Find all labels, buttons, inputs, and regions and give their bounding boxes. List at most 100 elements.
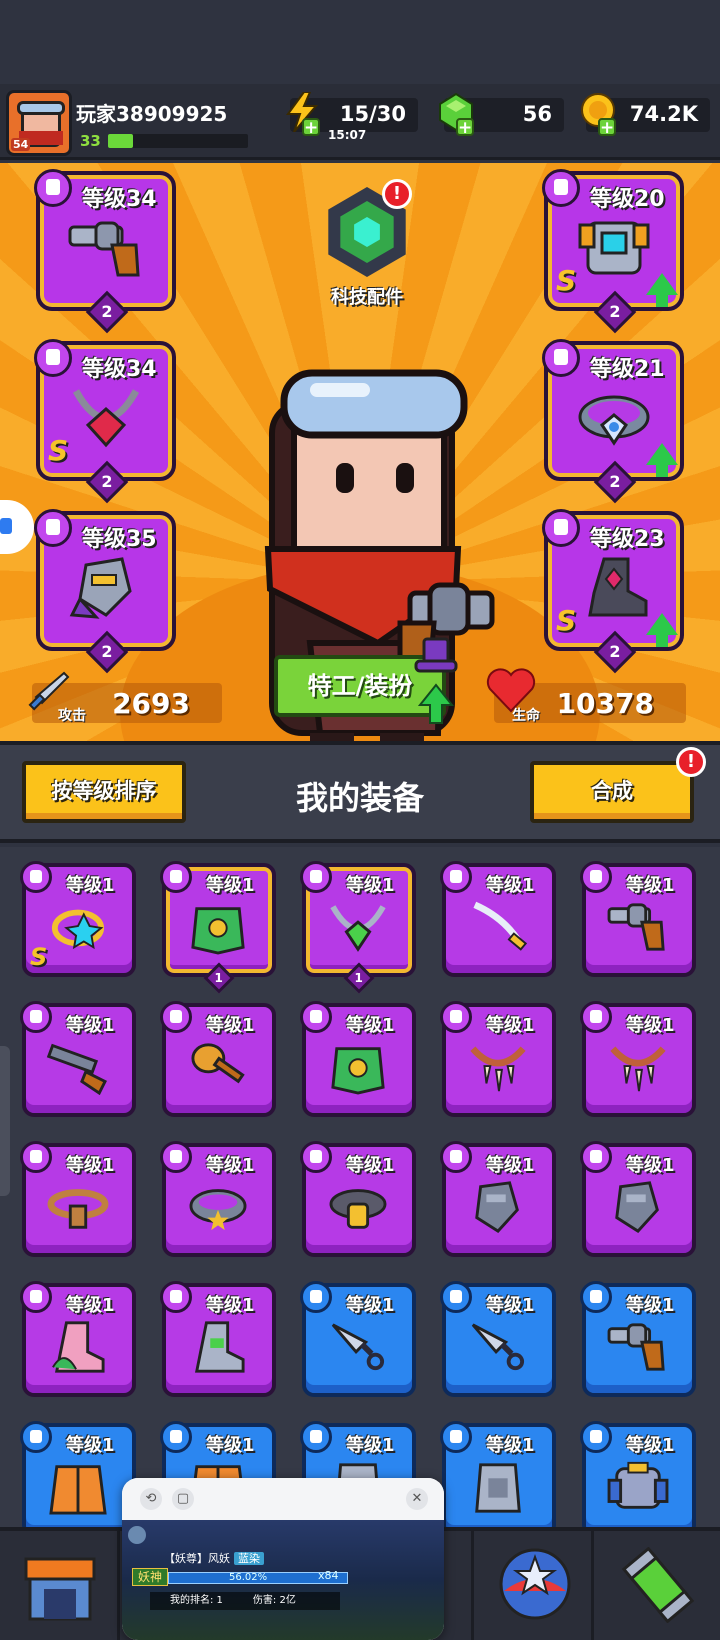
rank-info: 我的排名: 1 伤害: 2亿 — [150, 1592, 340, 1610]
armor-type-icon — [542, 169, 580, 207]
item-type-icon — [440, 1141, 472, 1173]
vest-icon — [475, 1463, 521, 1513]
rotate-icon[interactable]: ⟲ — [140, 1488, 162, 1510]
inventory-item[interactable]: 等级1 — [160, 1141, 276, 1257]
rank-badge: S — [48, 434, 69, 467]
star-belt-icon — [189, 1189, 247, 1231]
side-float-icon — [0, 518, 12, 534]
attack-label: 攻击 — [58, 708, 86, 724]
inventory-item[interactable]: 等级1 — [440, 1421, 556, 1537]
add-coins-button[interactable]: + — [598, 118, 616, 137]
item-type-icon — [580, 1421, 612, 1453]
boot-icon — [194, 1321, 245, 1373]
avatar-level: 54 — [11, 138, 31, 151]
avatar-visor — [17, 101, 65, 115]
inventory-item[interactable]: 等级1 1 — [160, 861, 276, 994]
nav-shop[interactable] — [0, 1531, 120, 1640]
inventory-item[interactable]: 等级1 — [580, 1421, 696, 1537]
merge-button[interactable]: 合成 — [530, 761, 694, 823]
slot-armor[interactable]: 等级20 S 2 — [542, 169, 684, 334]
inventory-item[interactable]: 等级1 — [580, 1281, 696, 1397]
slot-belt[interactable]: 等级21 2 — [542, 339, 684, 504]
gear-icon — [128, 1526, 146, 1544]
item-type-icon — [20, 1141, 52, 1173]
item-type-icon — [580, 1141, 612, 1173]
item-level: 等级1 — [346, 1015, 395, 1036]
belt-icon — [578, 395, 650, 446]
belt-type-icon — [542, 339, 580, 377]
close-icon[interactable]: ✕ — [406, 1488, 428, 1510]
split-view-icon[interactable]: ▢ — [172, 1488, 194, 1510]
emerald-necklace-icon — [330, 905, 386, 952]
rank-badge: S — [556, 604, 577, 637]
player-avatar[interactable]: 54 — [6, 90, 72, 156]
gems-counter[interactable]: + 56 — [439, 92, 564, 137]
inventory-item[interactable]: 等级1 — [580, 861, 696, 977]
inventory-item[interactable]: 等级1 — [300, 1141, 416, 1257]
add-gems-button[interactable]: + — [456, 118, 474, 137]
inventory-item[interactable]: 等级1 — [440, 1001, 556, 1117]
slot-level: 等级34 — [82, 357, 157, 382]
equipment-grid: 等级1 S 等级1 1 等级1 1 等级1 等级1 等级1 等级1 等级1 等级1 等级1 等级1 等级1 等… — [0, 847, 720, 1537]
item-type-icon — [440, 1281, 472, 1313]
kunai-icon — [331, 1323, 385, 1371]
energy-counter[interactable]: + 15/30 15:07 — [286, 92, 418, 142]
attack-stat: 攻击 2693 — [28, 671, 222, 724]
item-type-icon — [300, 1421, 332, 1453]
item-level: 等级1 — [206, 1155, 255, 1176]
scroll-handle[interactable] — [0, 1046, 10, 1196]
inventory-item[interactable]: 等级1 — [160, 1281, 276, 1397]
inventory-item[interactable]: 等级1 — [300, 1001, 416, 1117]
weapon-type-icon — [34, 169, 72, 207]
inventory-item[interactable]: 等级1 — [580, 1141, 696, 1257]
inventory-item[interactable]: 等级1 — [20, 1421, 136, 1537]
rope-belt-icon — [47, 1189, 109, 1229]
coins-value: 74.2K — [629, 102, 698, 126]
inventory-item[interactable]: 等级1 S — [20, 861, 136, 977]
upgrade-arrow-stem — [656, 293, 668, 307]
slot-level: 等级35 — [82, 527, 157, 552]
jacket-icon — [49, 1465, 107, 1515]
slot-necklace[interactable]: 等级34 S 2 — [34, 339, 176, 504]
item-type-icon — [580, 1001, 612, 1033]
fang-necklace-icon — [470, 1046, 526, 1092]
upgrade-arrow-icon — [646, 443, 678, 465]
merge-alert-badge: ! — [676, 747, 706, 777]
item-level: 等级1 — [486, 1015, 535, 1036]
add-energy-button[interactable]: + — [302, 118, 320, 137]
xp-bar — [108, 134, 248, 148]
tech-parts-button[interactable]: 科技配件 — [312, 187, 422, 317]
inventory-item[interactable]: 等级1 — [440, 1141, 556, 1257]
hp-multiplier: x84 — [318, 1569, 339, 1582]
slot-boots[interactable]: 等级23 S 2 — [542, 509, 684, 674]
player-name: 玩家38909925 — [76, 102, 228, 126]
item-type-icon — [440, 1421, 472, 1453]
item-type-icon — [160, 1281, 192, 1313]
item-level: 等级1 — [486, 1295, 535, 1316]
item-type-icon — [20, 861, 52, 893]
floating-video-window[interactable]: ⟲ ▢ ✕ 【妖尊】风妖 蓝染 妖神 56.02% x84 我的排名: 1 伤害: … — [122, 1478, 444, 1640]
inventory-item[interactable]: 等级1 — [20, 1001, 136, 1117]
energy-timer: 15:07 — [328, 128, 367, 142]
slot-level: 等级21 — [590, 357, 665, 382]
inventory-item[interactable]: 等级1 — [440, 861, 556, 977]
inventory-item[interactable]: 等级1 — [20, 1141, 136, 1257]
nav-stars[interactable] — [474, 1531, 594, 1640]
shotgun-icon — [46, 1043, 107, 1095]
item-type-icon — [580, 1281, 612, 1313]
inventory-item[interactable]: 等级1 — [580, 1001, 696, 1117]
item-level: 等级1 — [626, 875, 675, 896]
inventory-item[interactable]: 等级1 1 — [300, 861, 416, 994]
inventory-item[interactable]: 等级1 — [160, 1001, 276, 1117]
slot-weapon[interactable]: 等级34 2 — [34, 169, 176, 334]
torch-icon — [191, 1043, 245, 1084]
item-level: 等级1 — [626, 1435, 675, 1456]
coins-counter[interactable]: + 74.2K — [581, 93, 710, 137]
character-stage: 等级34 2 等级34 S 2 等级35 2 等级20 S 2 等级21 2 等… — [0, 163, 720, 741]
inventory-item[interactable]: 等级1 — [300, 1281, 416, 1397]
inventory-item[interactable]: 等级1 — [440, 1281, 556, 1397]
slot-gloves[interactable]: 等级35 2 — [34, 509, 176, 674]
revolver-icon — [607, 903, 665, 951]
nav-dna[interactable] — [594, 1531, 720, 1640]
inventory-item[interactable]: 等级1 — [20, 1281, 136, 1397]
